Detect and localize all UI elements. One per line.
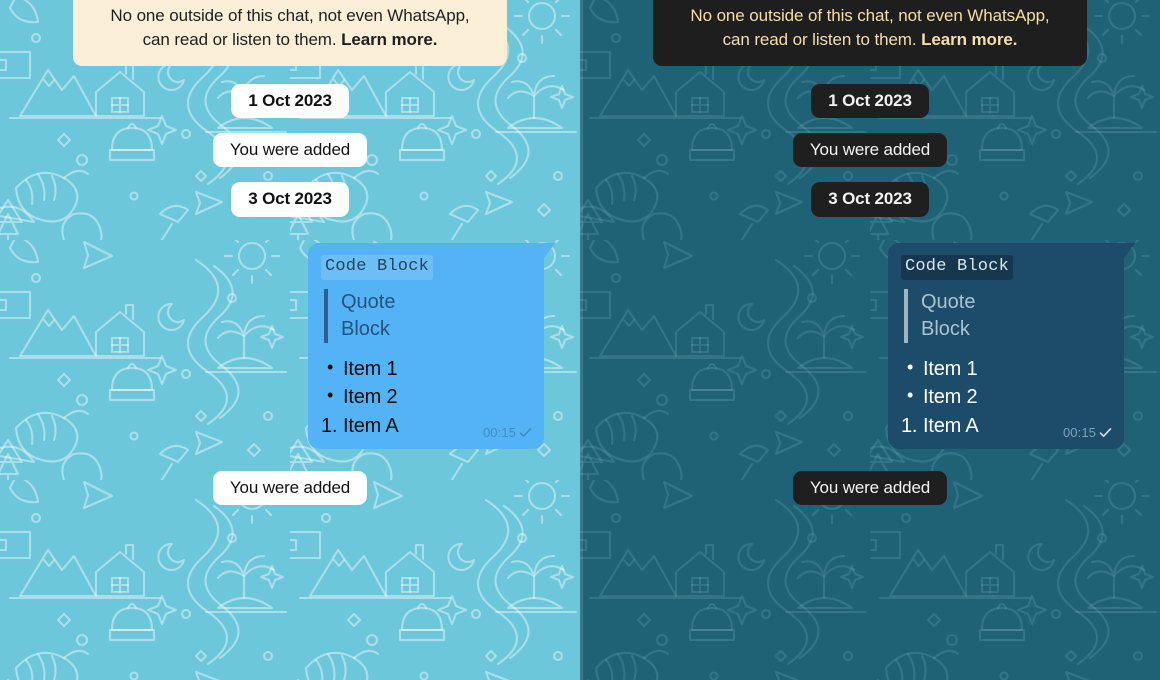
message-meta: 00:15 <box>483 425 532 440</box>
message-row-outgoing: Code Block Quote Block • Item 1 • Item 2 <box>616 242 1135 449</box>
single-check-icon <box>519 426 532 439</box>
quote-block: Quote Block <box>904 288 1111 343</box>
encryption-line-2: No one outside of this chat, not even Wh… <box>690 5 1050 25</box>
quote-line-1: Quote <box>341 290 396 313</box>
system-message-added-1: You were added <box>212 133 368 168</box>
chat-pane-light: 🔒 Messages and calls are end-to-end encr… <box>0 0 580 680</box>
system-message-row-2: You were added <box>36 470 544 506</box>
system-message-added-2: You were added <box>792 470 948 506</box>
chat-column-dark: 🔒 Messages and calls are end-to-end encr… <box>580 0 1160 680</box>
list-item-label: Item 2 <box>343 386 398 409</box>
message-timestamp: 00:15 <box>482 424 516 440</box>
list-item: • Item 1 <box>901 355 1111 383</box>
date-divider-2: 3 Oct 2023 <box>231 182 349 217</box>
quote-line-2: Block <box>921 317 970 340</box>
encryption-notice[interactable]: 🔒 Messages and calls are end-to-end encr… <box>653 0 1087 66</box>
message-bubble-outgoing[interactable]: Code Block Quote Block • Item 1 • Item 2 <box>888 242 1135 449</box>
system-message-row-1: You were added <box>36 133 544 168</box>
learn-more-link[interactable]: Learn more. <box>341 30 437 49</box>
encryption-line-3: can read or listen to them. <box>722 30 917 50</box>
quote-line-2: Block <box>341 317 390 340</box>
bullet-marker: • <box>327 356 334 377</box>
system-message-added-2: You were added <box>212 470 368 506</box>
system-message-row-1: You were added <box>616 133 1124 168</box>
quote-line-1: Quote <box>921 290 976 313</box>
bullet-marker: • <box>327 385 334 406</box>
list-item-label: Item A <box>343 414 399 437</box>
bubble-tail-icon <box>543 242 555 259</box>
encryption-line-3: can read or listen to them. <box>142 30 337 50</box>
list-item: • Item 2 <box>901 383 1111 411</box>
date-divider-row-2: 3 Oct 2023 <box>616 182 1124 217</box>
quote-block: Quote Block <box>324 288 531 343</box>
list-item-label: Item A <box>923 414 979 437</box>
encryption-notice[interactable]: 🔒 Messages and calls are end-to-end encr… <box>73 0 507 66</box>
list-item-label: Item 2 <box>923 386 978 409</box>
bullet-marker: • <box>907 385 914 406</box>
list-item-label: Item 1 <box>343 357 398 380</box>
encryption-line-2: No one outside of this chat, not even Wh… <box>110 5 470 25</box>
date-divider-2: 3 Oct 2023 <box>811 182 929 217</box>
list-item-label: Item 1 <box>923 357 978 380</box>
chat-column-light: 🔒 Messages and calls are end-to-end encr… <box>0 0 580 680</box>
date-divider-1: 1 Oct 2023 <box>811 83 929 119</box>
learn-more-link[interactable]: Learn more. <box>921 30 1017 49</box>
bullet-marker: • <box>907 356 914 377</box>
list-item: • Item 2 <box>321 383 531 411</box>
code-block: Code Block <box>901 254 1014 280</box>
message-bubble-outgoing[interactable]: Code Block Quote Block • Item 1 • Item 2 <box>308 242 555 449</box>
bubble-tail-icon <box>1123 242 1135 259</box>
date-divider-row-2: 3 Oct 2023 <box>36 182 544 217</box>
list-item: • Item 1 <box>321 355 531 383</box>
date-divider-row-1: 1 Oct 2023 <box>616 83 1124 119</box>
system-message-added-1: You were added <box>792 133 948 168</box>
chat-pane-dark: 🔒 Messages and calls are end-to-end encr… <box>580 0 1160 680</box>
message-row-outgoing: Code Block Quote Block • Item 1 • Item 2 <box>36 242 555 449</box>
single-check-icon <box>1099 426 1112 439</box>
date-divider-1: 1 Oct 2023 <box>231 83 349 119</box>
system-message-row-2: You were added <box>616 470 1124 506</box>
theme-comparison-screenshot: 🔒 Messages and calls are end-to-end encr… <box>0 0 1160 680</box>
message-meta: 00:15 <box>1063 425 1112 440</box>
ordered-marker: 1. <box>321 414 338 437</box>
date-divider-row-1: 1 Oct 2023 <box>36 83 544 119</box>
code-block: Code Block <box>321 254 434 280</box>
ordered-marker: 1. <box>901 414 918 437</box>
message-timestamp: 00:15 <box>1062 424 1096 440</box>
